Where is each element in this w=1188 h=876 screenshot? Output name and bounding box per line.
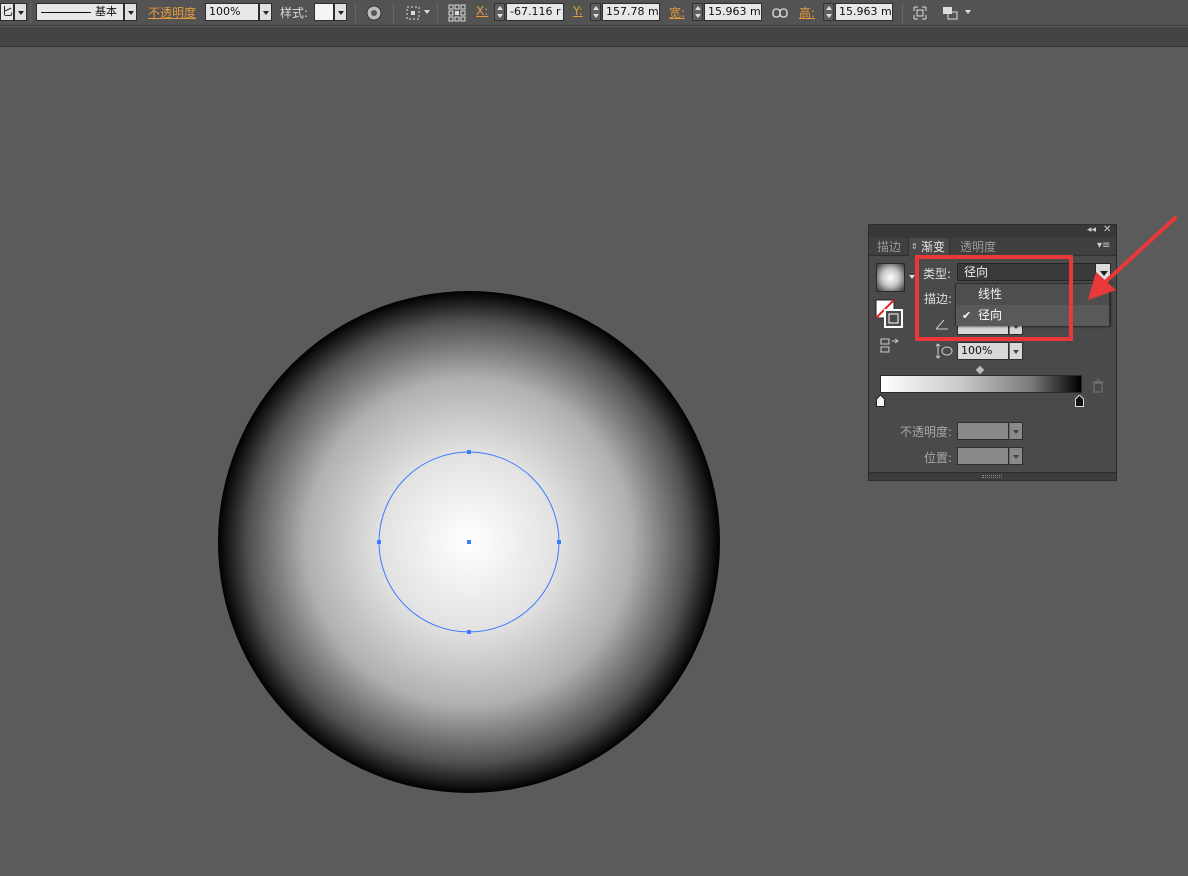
control-bar: 匕 基本 不透明度 100% 样式: X: -67.116 r Y: 157.7… — [0, 0, 1188, 26]
align-to-selection-icon[interactable] — [404, 3, 424, 23]
divider — [355, 3, 356, 23]
style-dropdown-arrow[interactable] — [334, 3, 347, 21]
y-stepper[interactable] — [590, 3, 601, 21]
height-label[interactable]: 高: — [799, 4, 815, 21]
anchor-point-handle[interactable] — [557, 540, 561, 544]
constrain-proportions-icon[interactable] — [770, 3, 790, 23]
center-point-handle[interactable] — [467, 540, 471, 544]
gradient-slider[interactable] — [880, 375, 1082, 393]
y-input[interactable]: 157.78 mi — [602, 3, 660, 21]
height-input[interactable]: 15.963 mi — [835, 3, 893, 21]
divider — [902, 3, 903, 23]
tab-transparency[interactable]: 透明度 — [956, 238, 1000, 256]
tab-stroke[interactable]: 描边 — [873, 238, 905, 256]
anchor-point-handle[interactable] — [467, 630, 471, 634]
divider — [437, 3, 438, 23]
fill-stroke-indicator-icon[interactable] — [875, 299, 905, 329]
x-input[interactable]: -67.116 r — [506, 3, 564, 21]
stop-position-label: 位置: — [924, 451, 953, 465]
stop-opacity-dropdown-arrow[interactable] — [1009, 422, 1023, 440]
highlight-box — [915, 255, 1073, 341]
stop-opacity-input[interactable] — [957, 422, 1009, 440]
height-stepper[interactable] — [823, 3, 834, 21]
width-label[interactable]: 宽: — [669, 4, 685, 21]
recolor-artwork-icon[interactable] — [364, 3, 384, 23]
opacity-label[interactable]: 不透明度 — [148, 4, 196, 21]
width-stepper[interactable] — [692, 3, 703, 21]
width-input[interactable]: 15.963 mi — [704, 3, 762, 21]
style-label: 样式: — [280, 6, 309, 20]
stop-position-dropdown-arrow[interactable] — [1009, 447, 1023, 465]
document-tab-bar — [0, 27, 1188, 47]
isolate-group-icon[interactable] — [940, 3, 960, 23]
anchor-point-handle[interactable] — [467, 450, 471, 454]
x-label[interactable]: X: — [476, 4, 488, 18]
stroke-profile-label: 基本 — [95, 5, 117, 18]
style-swatch[interactable] — [314, 3, 334, 21]
stroke-profile-select[interactable]: 基本 — [36, 3, 124, 21]
stop-position-input[interactable] — [957, 447, 1009, 465]
stroke-line-preview — [41, 11, 91, 13]
chevron-down-icon[interactable] — [965, 10, 971, 14]
fill-dropdown[interactable]: 匕 — [0, 3, 14, 21]
y-label[interactable]: Y: — [573, 4, 583, 18]
divider — [393, 3, 394, 23]
panel-resize-bar[interactable] — [869, 472, 1116, 480]
stop-opacity-label: 不透明度: — [900, 425, 953, 439]
midpoint-diamond-icon[interactable] — [975, 365, 985, 375]
aspect-ratio-icon — [935, 343, 953, 359]
reorder-tab-icon: ⇕ — [911, 242, 918, 251]
panel-titlebar[interactable]: ◂◂ ✕ — [869, 224, 1116, 238]
delete-stop-icon[interactable] — [1092, 379, 1104, 393]
aspect-ratio-input[interactable]: 100% — [957, 342, 1009, 360]
tab-gradient[interactable]: ⇕ 渐变 — [908, 238, 951, 256]
stroke-profile-arrow[interactable] — [124, 3, 137, 21]
fill-dropdown-arrow[interactable] — [14, 3, 27, 21]
resize-grip-icon[interactable] — [982, 475, 1002, 478]
divider — [30, 3, 31, 23]
gradient-stop-black[interactable] — [1075, 395, 1084, 407]
tab-gradient-label: 渐变 — [921, 240, 946, 254]
anchor-point-handle[interactable] — [377, 540, 381, 544]
annotation-arrow-icon — [1088, 216, 1177, 300]
opacity-input[interactable]: 100% — [205, 3, 259, 21]
transform-icon[interactable] — [910, 3, 930, 23]
gradient-preview-swatch[interactable] — [876, 263, 905, 292]
opacity-dropdown-arrow[interactable] — [259, 3, 272, 21]
aspect-ratio-dropdown-arrow[interactable] — [1009, 342, 1023, 360]
panel-tab-bar: 描边 ⇕ 渐变 透明度 ▾≡ — [869, 238, 1116, 256]
chevron-down-icon[interactable] — [424, 10, 430, 14]
x-stepper[interactable] — [494, 3, 505, 21]
reference-point-icon[interactable] — [447, 3, 467, 23]
gradient-stop-white[interactable] — [876, 395, 885, 407]
reverse-gradient-icon[interactable] — [880, 338, 900, 354]
